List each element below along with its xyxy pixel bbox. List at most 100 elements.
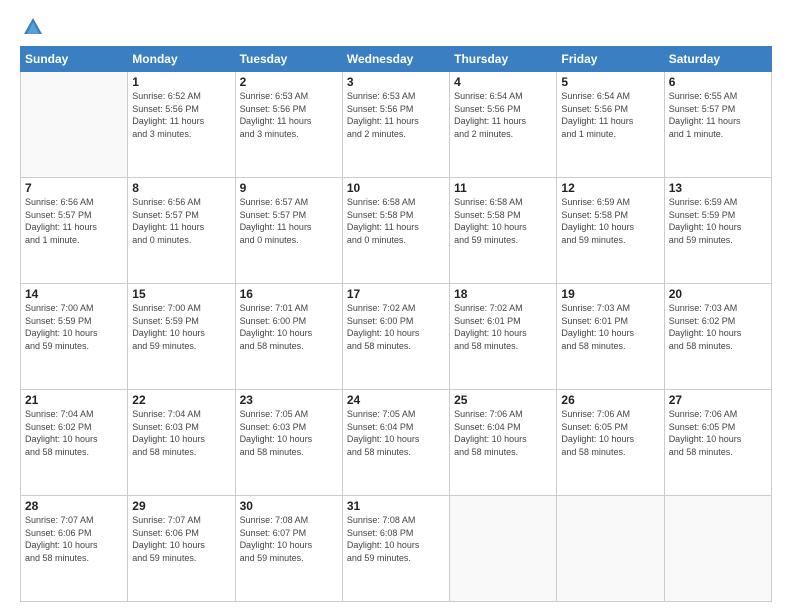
- day-cell: [664, 496, 771, 602]
- day-cell: 3Sunrise: 6:53 AMSunset: 5:56 PMDaylight…: [342, 72, 449, 178]
- day-cell: 14Sunrise: 7:00 AMSunset: 5:59 PMDayligh…: [21, 284, 128, 390]
- day-info: Sunrise: 7:05 AMSunset: 6:04 PMDaylight:…: [347, 408, 445, 458]
- day-cell: 25Sunrise: 7:06 AMSunset: 6:04 PMDayligh…: [450, 390, 557, 496]
- day-cell: 23Sunrise: 7:05 AMSunset: 6:03 PMDayligh…: [235, 390, 342, 496]
- day-cell: 2Sunrise: 6:53 AMSunset: 5:56 PMDaylight…: [235, 72, 342, 178]
- header-cell-saturday: Saturday: [664, 47, 771, 72]
- logo: [20, 16, 44, 38]
- day-cell: 7Sunrise: 6:56 AMSunset: 5:57 PMDaylight…: [21, 178, 128, 284]
- day-cell: 9Sunrise: 6:57 AMSunset: 5:57 PMDaylight…: [235, 178, 342, 284]
- header-cell-sunday: Sunday: [21, 47, 128, 72]
- day-info: Sunrise: 6:53 AMSunset: 5:56 PMDaylight:…: [240, 90, 338, 140]
- day-cell: 6Sunrise: 6:55 AMSunset: 5:57 PMDaylight…: [664, 72, 771, 178]
- day-number: 17: [347, 287, 445, 301]
- day-number: 8: [132, 181, 230, 195]
- day-info: Sunrise: 6:52 AMSunset: 5:56 PMDaylight:…: [132, 90, 230, 140]
- day-info: Sunrise: 7:07 AMSunset: 6:06 PMDaylight:…: [132, 514, 230, 564]
- day-cell: 22Sunrise: 7:04 AMSunset: 6:03 PMDayligh…: [128, 390, 235, 496]
- day-cell: 18Sunrise: 7:02 AMSunset: 6:01 PMDayligh…: [450, 284, 557, 390]
- day-number: 9: [240, 181, 338, 195]
- day-cell: 12Sunrise: 6:59 AMSunset: 5:58 PMDayligh…: [557, 178, 664, 284]
- header-cell-monday: Monday: [128, 47, 235, 72]
- week-row-4: 21Sunrise: 7:04 AMSunset: 6:02 PMDayligh…: [21, 390, 772, 496]
- day-number: 5: [561, 75, 659, 89]
- week-row-3: 14Sunrise: 7:00 AMSunset: 5:59 PMDayligh…: [21, 284, 772, 390]
- day-number: 14: [25, 287, 123, 301]
- day-info: Sunrise: 6:59 AMSunset: 5:59 PMDaylight:…: [669, 196, 767, 246]
- day-number: 2: [240, 75, 338, 89]
- day-cell: 26Sunrise: 7:06 AMSunset: 6:05 PMDayligh…: [557, 390, 664, 496]
- day-cell: [21, 72, 128, 178]
- day-number: 28: [25, 499, 123, 513]
- day-info: Sunrise: 7:02 AMSunset: 6:01 PMDaylight:…: [454, 302, 552, 352]
- week-row-5: 28Sunrise: 7:07 AMSunset: 6:06 PMDayligh…: [21, 496, 772, 602]
- day-number: 7: [25, 181, 123, 195]
- day-number: 12: [561, 181, 659, 195]
- day-number: 1: [132, 75, 230, 89]
- day-info: Sunrise: 7:04 AMSunset: 6:03 PMDaylight:…: [132, 408, 230, 458]
- page: SundayMondayTuesdayWednesdayThursdayFrid…: [0, 0, 792, 612]
- day-cell: 17Sunrise: 7:02 AMSunset: 6:00 PMDayligh…: [342, 284, 449, 390]
- day-cell: 29Sunrise: 7:07 AMSunset: 6:06 PMDayligh…: [128, 496, 235, 602]
- day-info: Sunrise: 7:00 AMSunset: 5:59 PMDaylight:…: [132, 302, 230, 352]
- day-info: Sunrise: 6:57 AMSunset: 5:57 PMDaylight:…: [240, 196, 338, 246]
- day-info: Sunrise: 6:56 AMSunset: 5:57 PMDaylight:…: [25, 196, 123, 246]
- day-info: Sunrise: 7:03 AMSunset: 6:02 PMDaylight:…: [669, 302, 767, 352]
- header-cell-thursday: Thursday: [450, 47, 557, 72]
- day-cell: 10Sunrise: 6:58 AMSunset: 5:58 PMDayligh…: [342, 178, 449, 284]
- day-cell: 8Sunrise: 6:56 AMSunset: 5:57 PMDaylight…: [128, 178, 235, 284]
- day-cell: 1Sunrise: 6:52 AMSunset: 5:56 PMDaylight…: [128, 72, 235, 178]
- day-info: Sunrise: 7:07 AMSunset: 6:06 PMDaylight:…: [25, 514, 123, 564]
- day-info: Sunrise: 6:58 AMSunset: 5:58 PMDaylight:…: [347, 196, 445, 246]
- day-info: Sunrise: 7:02 AMSunset: 6:00 PMDaylight:…: [347, 302, 445, 352]
- day-cell: 4Sunrise: 6:54 AMSunset: 5:56 PMDaylight…: [450, 72, 557, 178]
- day-number: 26: [561, 393, 659, 407]
- day-cell: 31Sunrise: 7:08 AMSunset: 6:08 PMDayligh…: [342, 496, 449, 602]
- header-cell-tuesday: Tuesday: [235, 47, 342, 72]
- day-info: Sunrise: 7:04 AMSunset: 6:02 PMDaylight:…: [25, 408, 123, 458]
- day-info: Sunrise: 6:54 AMSunset: 5:56 PMDaylight:…: [561, 90, 659, 140]
- day-cell: 30Sunrise: 7:08 AMSunset: 6:07 PMDayligh…: [235, 496, 342, 602]
- day-number: 18: [454, 287, 552, 301]
- day-number: 22: [132, 393, 230, 407]
- day-number: 23: [240, 393, 338, 407]
- day-cell: 5Sunrise: 6:54 AMSunset: 5:56 PMDaylight…: [557, 72, 664, 178]
- day-number: 27: [669, 393, 767, 407]
- day-cell: 15Sunrise: 7:00 AMSunset: 5:59 PMDayligh…: [128, 284, 235, 390]
- day-info: Sunrise: 7:06 AMSunset: 6:04 PMDaylight:…: [454, 408, 552, 458]
- day-cell: 24Sunrise: 7:05 AMSunset: 6:04 PMDayligh…: [342, 390, 449, 496]
- logo-icon: [22, 16, 44, 38]
- day-number: 15: [132, 287, 230, 301]
- day-info: Sunrise: 7:06 AMSunset: 6:05 PMDaylight:…: [669, 408, 767, 458]
- day-info: Sunrise: 7:06 AMSunset: 6:05 PMDaylight:…: [561, 408, 659, 458]
- day-number: 29: [132, 499, 230, 513]
- day-number: 24: [347, 393, 445, 407]
- day-number: 6: [669, 75, 767, 89]
- day-info: Sunrise: 7:08 AMSunset: 6:08 PMDaylight:…: [347, 514, 445, 564]
- day-number: 4: [454, 75, 552, 89]
- day-cell: 16Sunrise: 7:01 AMSunset: 6:00 PMDayligh…: [235, 284, 342, 390]
- day-info: Sunrise: 7:00 AMSunset: 5:59 PMDaylight:…: [25, 302, 123, 352]
- day-cell: [557, 496, 664, 602]
- day-cell: 21Sunrise: 7:04 AMSunset: 6:02 PMDayligh…: [21, 390, 128, 496]
- week-row-1: 1Sunrise: 6:52 AMSunset: 5:56 PMDaylight…: [21, 72, 772, 178]
- day-info: Sunrise: 6:56 AMSunset: 5:57 PMDaylight:…: [132, 196, 230, 246]
- day-info: Sunrise: 6:53 AMSunset: 5:56 PMDaylight:…: [347, 90, 445, 140]
- day-number: 16: [240, 287, 338, 301]
- header: [20, 16, 772, 38]
- day-number: 11: [454, 181, 552, 195]
- day-info: Sunrise: 6:54 AMSunset: 5:56 PMDaylight:…: [454, 90, 552, 140]
- header-cell-wednesday: Wednesday: [342, 47, 449, 72]
- day-number: 10: [347, 181, 445, 195]
- day-info: Sunrise: 7:05 AMSunset: 6:03 PMDaylight:…: [240, 408, 338, 458]
- day-number: 30: [240, 499, 338, 513]
- week-row-2: 7Sunrise: 6:56 AMSunset: 5:57 PMDaylight…: [21, 178, 772, 284]
- day-number: 25: [454, 393, 552, 407]
- day-number: 31: [347, 499, 445, 513]
- day-number: 21: [25, 393, 123, 407]
- day-cell: 13Sunrise: 6:59 AMSunset: 5:59 PMDayligh…: [664, 178, 771, 284]
- day-cell: 27Sunrise: 7:06 AMSunset: 6:05 PMDayligh…: [664, 390, 771, 496]
- day-info: Sunrise: 7:03 AMSunset: 6:01 PMDaylight:…: [561, 302, 659, 352]
- day-info: Sunrise: 6:59 AMSunset: 5:58 PMDaylight:…: [561, 196, 659, 246]
- day-number: 13: [669, 181, 767, 195]
